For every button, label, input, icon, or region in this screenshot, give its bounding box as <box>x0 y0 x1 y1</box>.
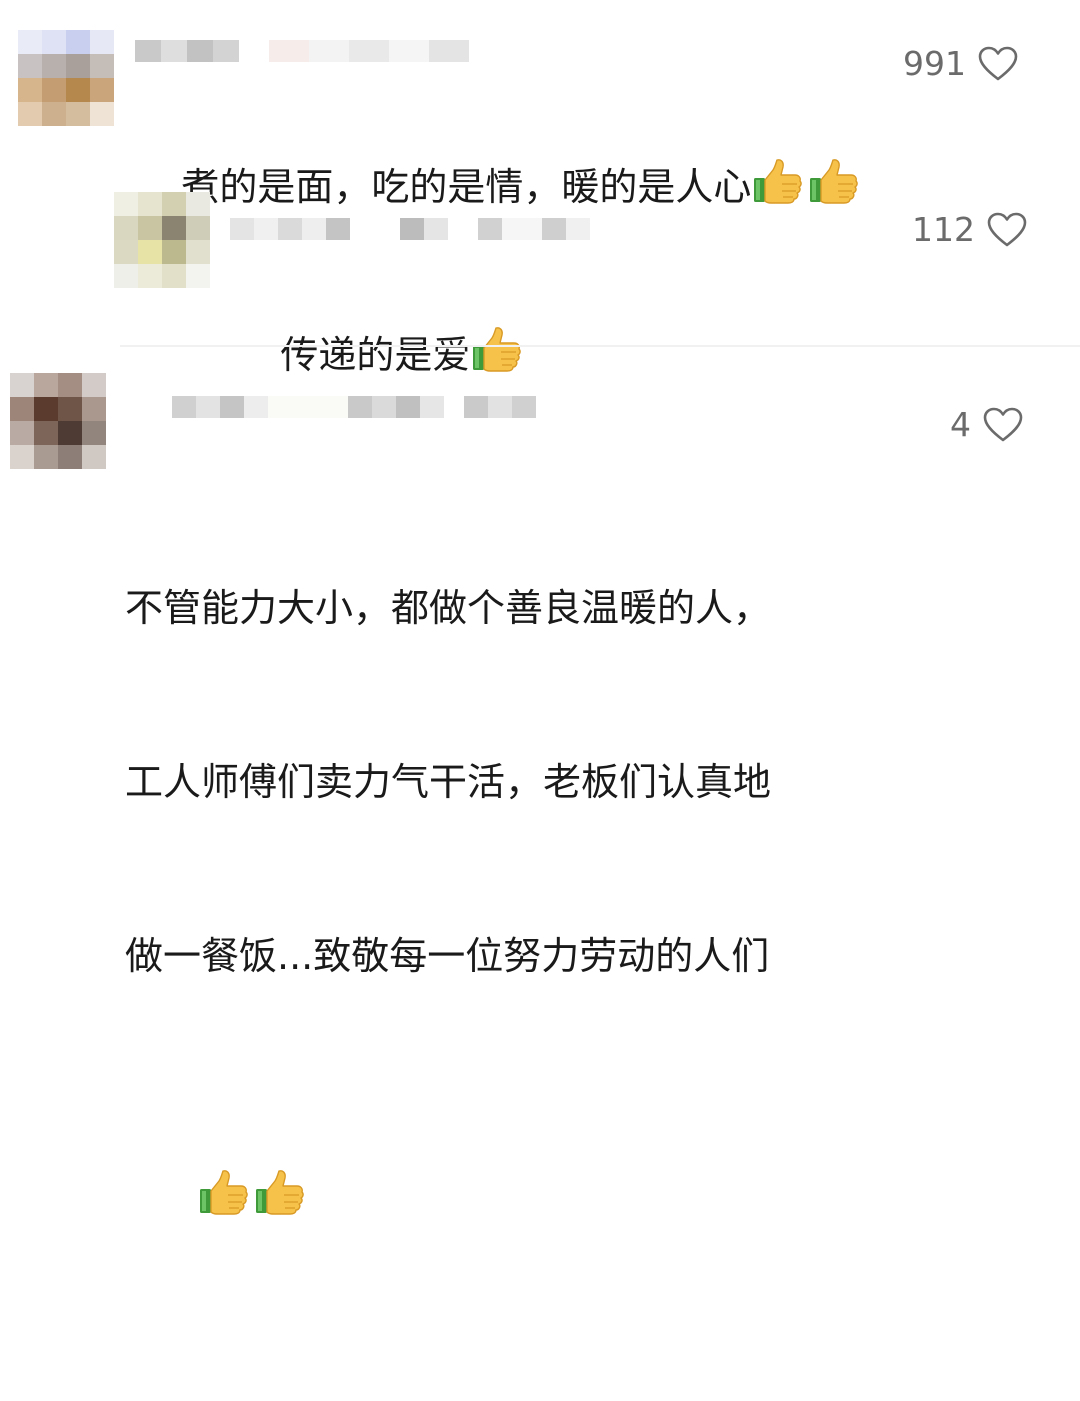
comment-text-line: 做一餐饭...致敬每一位努力劳动的人们 <box>125 934 770 978</box>
reply-text-content: 传递的是爱 <box>280 333 471 377</box>
emoji-row <box>125 1109 771 1285</box>
comment-text-line: 不管能力大小，都做个善良温暖的人， <box>125 586 772 630</box>
like-count: 991 <box>903 44 966 83</box>
like-count: 4 <box>950 405 971 444</box>
thumbs-up-icon <box>807 156 859 208</box>
heart-outline-icon[interactable] <box>987 212 1027 248</box>
comment-text: 不管能力大小，都做个善良温暖的人， 工人师傅们卖力气干活，老板们认真地 做一餐饭… <box>125 463 771 1401</box>
thumbs-up-icon <box>751 156 803 208</box>
divider <box>120 345 1080 347</box>
like-control[interactable]: 991 <box>903 44 1018 83</box>
like-control[interactable]: 112 <box>912 210 1027 249</box>
thumbs-up-icon <box>470 324 522 376</box>
comment-text: 煮的是面，吃的是情，暖的是人心 <box>133 100 863 271</box>
username-redacted[interactable] <box>172 396 536 418</box>
like-count: 112 <box>912 210 975 249</box>
avatar[interactable] <box>18 30 114 126</box>
heart-outline-icon[interactable] <box>978 46 1018 82</box>
like-control[interactable]: 4 <box>950 405 1023 444</box>
thumbs-up-icon <box>253 1167 305 1219</box>
thumbs-up-icon <box>197 1167 249 1219</box>
username-redacted[interactable] <box>230 218 590 240</box>
heart-outline-icon[interactable] <box>983 407 1023 443</box>
comment-text-line: 工人师傅们卖力气干活，老板们认真地 <box>125 760 772 804</box>
avatar[interactable] <box>114 192 210 288</box>
username-redacted[interactable] <box>135 40 469 62</box>
comment-text-content: 煮的是面，吃的是情，暖的是人心 <box>181 165 752 209</box>
avatar[interactable] <box>10 373 106 469</box>
